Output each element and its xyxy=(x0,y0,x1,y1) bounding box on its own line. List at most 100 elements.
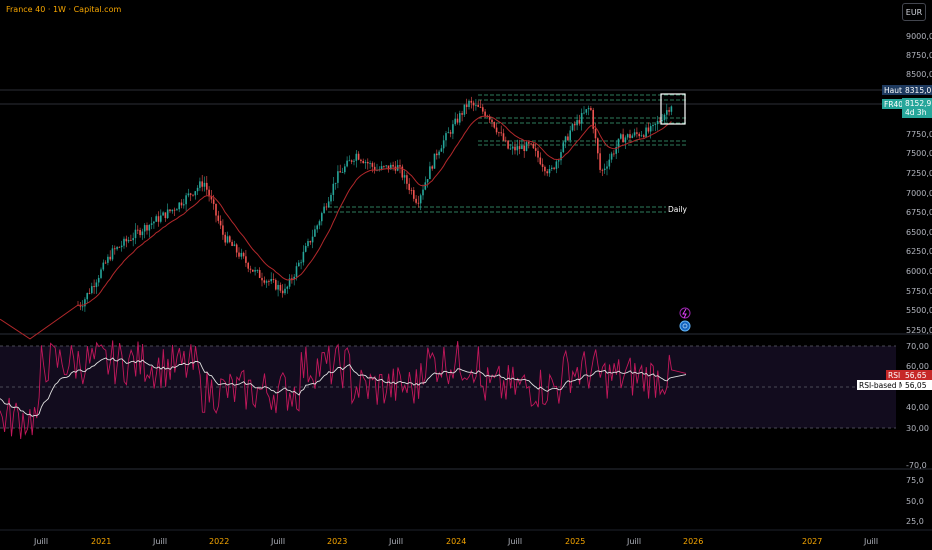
candle-body xyxy=(385,165,387,167)
price-tick: 6250,0 xyxy=(906,247,932,256)
candle-body xyxy=(530,143,532,145)
time-label: Juill xyxy=(626,537,641,546)
candle-body xyxy=(350,160,353,162)
candle-body xyxy=(153,221,155,224)
candle-body xyxy=(132,238,134,241)
candle-body xyxy=(590,108,592,110)
year-label: 2021 xyxy=(91,537,111,546)
candle-body xyxy=(574,124,576,126)
candle-body xyxy=(445,133,447,141)
rsi-scale[interactable]: 70,00 60,00 40,00 30,00 -70,0 xyxy=(906,342,929,470)
year-label: 2025 xyxy=(565,537,585,546)
price-scale[interactable]: 9000,0 8750,0 8500,0 7750,0 7500,0 7250,… xyxy=(906,32,932,335)
candle-body xyxy=(302,251,305,263)
candle-body xyxy=(316,225,318,230)
rsi-tick: 30,00 xyxy=(906,424,929,433)
time-axis[interactable]: Juill 2021 Juill 2022 Juill 2023 Juill 2… xyxy=(33,537,878,546)
year-label: 2024 xyxy=(446,537,466,546)
support-resistance-zones[interactable] xyxy=(328,94,686,213)
candle-body xyxy=(626,134,629,138)
candle-body xyxy=(442,140,445,149)
candle-body xyxy=(109,256,111,260)
symbol-title[interactable]: France 40 · 1W · Capital.com xyxy=(6,5,121,14)
rsi-tick: 70,00 xyxy=(906,342,929,351)
bar-countdown: 4d 3h xyxy=(905,108,927,117)
candle-body xyxy=(116,246,118,250)
moving-average-line[interactable] xyxy=(0,115,672,340)
candle-body xyxy=(668,110,670,112)
candle-body xyxy=(479,106,482,108)
candle-body xyxy=(666,110,668,115)
time-label: Juill xyxy=(507,537,522,546)
candle-body xyxy=(284,288,286,294)
candle-body xyxy=(323,206,325,214)
candle-body xyxy=(509,148,512,150)
candle-body xyxy=(229,236,231,242)
rsi-ma-badge-value: 56,05 xyxy=(905,381,927,390)
candle-body xyxy=(178,202,180,210)
candle-body xyxy=(624,137,627,143)
globe-icon[interactable] xyxy=(679,320,691,332)
candle-body xyxy=(663,114,666,121)
daily-label: Daily xyxy=(668,205,688,214)
candle-body xyxy=(171,209,174,212)
candle-body xyxy=(111,248,114,260)
candle-body xyxy=(155,216,157,222)
candle-body xyxy=(546,171,548,174)
candle-body xyxy=(640,135,643,137)
candle-body xyxy=(88,293,91,294)
currency-button[interactable]: EUR xyxy=(902,3,926,21)
candle-body xyxy=(344,166,346,173)
candle-body xyxy=(422,189,424,196)
flash-icon[interactable] xyxy=(679,307,691,319)
candle-body xyxy=(256,270,259,271)
candle-body xyxy=(567,136,569,141)
candle-body xyxy=(254,270,256,272)
candle-body xyxy=(528,142,530,144)
candle-body xyxy=(295,266,298,277)
candle-body xyxy=(304,246,307,252)
candle-body xyxy=(511,146,514,149)
candle-body xyxy=(226,236,229,243)
candle-body xyxy=(137,229,139,231)
candle-body xyxy=(541,164,544,167)
candle-body xyxy=(97,277,100,283)
candle-body xyxy=(523,145,525,152)
candle-body xyxy=(196,187,199,192)
time-label: Juill xyxy=(152,537,167,546)
candle-body xyxy=(482,107,484,112)
candle-body xyxy=(192,194,194,196)
candle-body xyxy=(493,122,496,128)
candle-body xyxy=(413,190,415,199)
candle-body xyxy=(429,166,431,180)
candle-body xyxy=(431,166,433,169)
candle-body xyxy=(176,209,178,211)
candle-body xyxy=(392,164,394,167)
candle-body xyxy=(141,231,144,236)
candle-body xyxy=(576,120,578,126)
candle-body xyxy=(638,133,640,137)
candle-body xyxy=(235,244,238,253)
candle-body xyxy=(620,134,622,139)
candle-body xyxy=(433,153,436,169)
candle-body xyxy=(279,284,282,291)
candle-body xyxy=(629,134,631,138)
candle-body xyxy=(661,120,663,121)
candle-body xyxy=(456,118,459,123)
chart-canvas[interactable]: Daily 9000,0 8750,0 8500,0 7750,0 7500,0… xyxy=(0,0,932,550)
candle-body xyxy=(380,166,383,170)
lower-pane-scale[interactable]: 75,0 50,0 25,0 xyxy=(906,476,924,526)
candle-body xyxy=(525,142,528,152)
candle-body xyxy=(102,262,105,270)
rsi-badge: RSI 56,65 xyxy=(886,370,932,380)
candle-body xyxy=(643,135,645,137)
candlestick-series[interactable] xyxy=(77,96,673,312)
candle-body xyxy=(440,148,443,152)
candle-body xyxy=(311,236,314,243)
price-tick: 6000,0 xyxy=(906,267,932,276)
candle-body xyxy=(539,157,542,165)
candle-body xyxy=(357,153,360,160)
candle-body xyxy=(215,203,217,216)
candle-body xyxy=(452,124,454,134)
candle-body xyxy=(585,109,588,113)
